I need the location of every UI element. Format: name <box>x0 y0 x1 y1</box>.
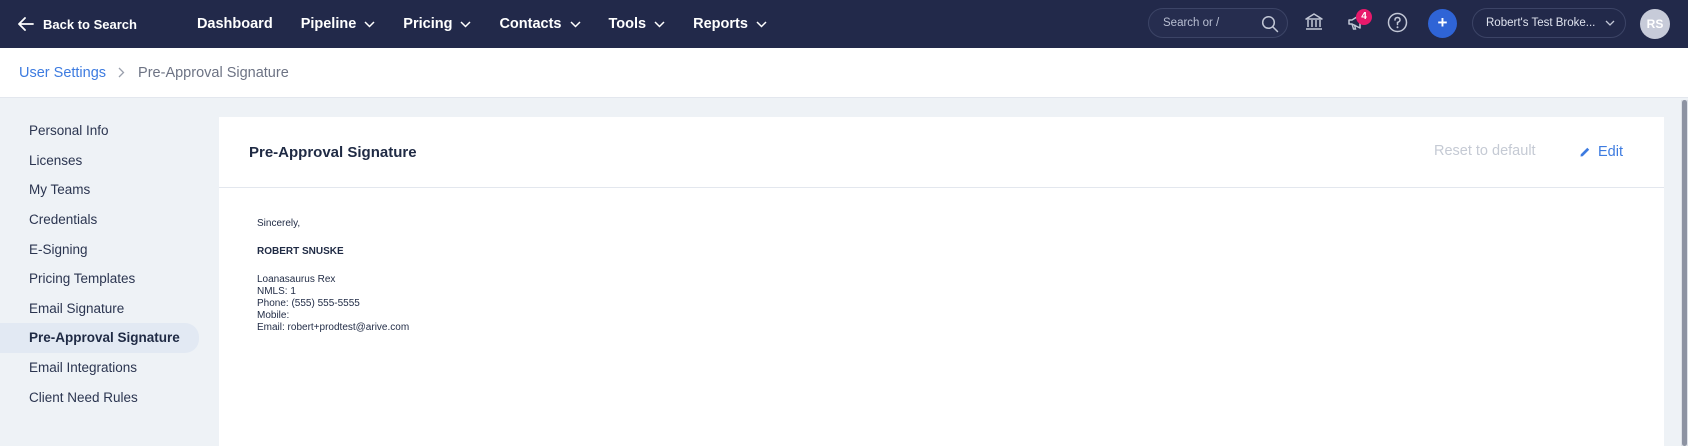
sidebar-item-label: Client Need Rules <box>29 389 138 405</box>
account-selector[interactable]: Robert's Test Broke... <box>1472 8 1626 38</box>
nav-tools[interactable]: Tools <box>609 16 666 32</box>
signature-mobile: Mobile: <box>257 310 290 321</box>
scrollbar-thumb[interactable] <box>1682 100 1687 446</box>
search-placeholder: Search or / <box>1163 17 1220 29</box>
card-title: Pre-Approval Signature <box>249 144 417 161</box>
sidebar-item-my-teams[interactable]: My Teams <box>0 175 199 205</box>
sidebar-item-pre-approval-signature[interactable]: Pre-Approval Signature <box>0 323 199 353</box>
nav-pricing-label: Pricing <box>403 16 453 32</box>
sidebar-item-label: Licenses <box>29 152 83 168</box>
sidebar-item-email-integrations[interactable]: Email Integrations <box>0 353 199 383</box>
signature-email: Email: robert+prodtest@arive.com <box>257 322 410 333</box>
nav-tools-label: Tools <box>608 16 647 32</box>
notification-badge: 4 <box>1356 9 1372 25</box>
sidebar-item-label: My Teams <box>29 182 91 198</box>
account-label: Robert's Test Broke... <box>1486 17 1596 29</box>
sidebar-item-pricing-templates[interactable]: Pricing Templates <box>0 264 199 294</box>
pencil-icon <box>1580 147 1590 157</box>
sidebar-item-label: Credentials <box>29 212 98 228</box>
signature-card: Pre-Approval Signature Reset to default … <box>219 117 1664 446</box>
top-navigation: Back to Search Dashboard Pipeline Pricin… <box>0 0 1688 48</box>
chevron-down-icon <box>654 20 665 28</box>
sidebar-item-credentials[interactable]: Credentials <box>0 205 199 235</box>
nav-reports-label: Reports <box>693 16 748 32</box>
sidebar-item-email-signature[interactable]: Email Signature <box>0 294 199 324</box>
sidebar-item-label: E-Signing <box>29 241 88 257</box>
nav-pipeline-label: Pipeline <box>300 16 357 32</box>
reset-to-default-button[interactable]: Reset to default <box>1434 143 1536 159</box>
back-to-search-link[interactable]: Back to Search <box>18 17 137 32</box>
chevron-down-icon <box>756 20 767 28</box>
card-header: Pre-Approval Signature Reset to default … <box>219 117 1664 188</box>
signature-phone: Phone: (555) 555-5555 <box>257 298 360 309</box>
sidebar-item-label: Personal Info <box>29 123 109 139</box>
search-input[interactable]: Search or / <box>1148 8 1288 38</box>
nav-dashboard[interactable]: Dashboard <box>197 16 273 32</box>
breadcrumb: User Settings Pre-Approval Signature <box>0 48 1688 98</box>
signature-nmls: NMLS: 1 <box>257 286 296 297</box>
chevron-down-icon <box>569 20 581 28</box>
avatar[interactable]: RS <box>1640 9 1670 39</box>
signature-preview: Sincerely, ROBERT SNUSKE Loanasaurus Rex… <box>257 218 409 334</box>
sidebar-item-label: Pre-Approval Signature <box>29 330 180 346</box>
sidebar-item-label: Email Signature <box>29 300 125 316</box>
breadcrumb-user-settings[interactable]: User Settings <box>19 65 106 81</box>
signature-name: ROBERT SNUSKE <box>257 246 344 257</box>
arrow-left-icon <box>18 17 34 31</box>
sidebar-item-licenses[interactable]: Licenses <box>0 146 199 176</box>
signature-closing: Sincerely, <box>257 218 301 229</box>
nav-pipeline[interactable]: Pipeline <box>301 16 376 32</box>
signature-spacer <box>257 230 409 246</box>
sidebar-item-label: Pricing Templates <box>29 271 136 287</box>
nav-dashboard-label: Dashboard <box>196 16 273 32</box>
nav-contacts-label: Contacts <box>499 16 562 32</box>
chevron-down-icon <box>1605 20 1615 26</box>
nav-contacts[interactable]: Contacts <box>499 16 581 32</box>
chevron-down-icon <box>364 20 375 28</box>
add-button[interactable]: + <box>1428 9 1457 38</box>
edit-button[interactable]: Edit <box>1579 144 1623 160</box>
sidebar-item-client-need-rules[interactable]: Client Need Rules <box>0 382 199 412</box>
nav-pricing[interactable]: Pricing <box>403 16 471 32</box>
bank-icon[interactable] <box>1304 12 1324 37</box>
main-menu: Dashboard Pipeline Pricing Contacts Tool… <box>197 16 795 32</box>
chevron-down-icon <box>460 20 471 28</box>
signature-spacer <box>257 258 409 274</box>
signature-company: Loanasaurus Rex <box>257 274 336 285</box>
settings-sidebar: Personal Info Licenses My Teams Credenti… <box>0 116 200 412</box>
nav-reports[interactable]: Reports <box>693 16 767 32</box>
sidebar-item-personal-info[interactable]: Personal Info <box>0 116 199 146</box>
chevron-right-icon <box>118 67 125 78</box>
edit-label: Edit <box>1598 144 1623 160</box>
sidebar-item-e-signing[interactable]: E-Signing <box>0 234 199 264</box>
help-icon[interactable] <box>1387 12 1408 38</box>
sidebar-item-label: Email Integrations <box>29 360 138 376</box>
back-to-search-label: Back to Search <box>43 16 137 32</box>
breadcrumb-current: Pre-Approval Signature <box>138 64 289 81</box>
search-icon <box>1261 15 1279 33</box>
